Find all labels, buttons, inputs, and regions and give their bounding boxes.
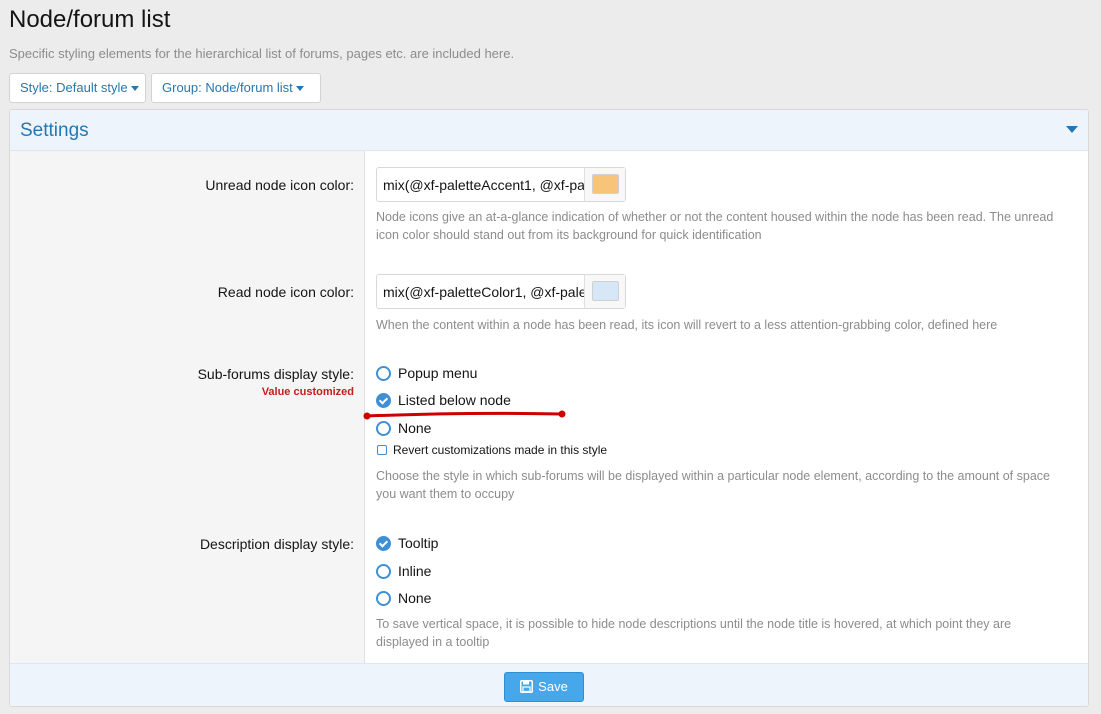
radio-label: Listed below node <box>398 392 511 408</box>
radio-unchecked-icon <box>376 366 391 381</box>
style-filter-button[interactable]: Style: Default style <box>9 73 146 103</box>
read-color-picker[interactable] <box>584 275 625 308</box>
radio-checked-icon <box>376 536 391 551</box>
revert-customizations-checkbox[interactable]: Revert customizations made in this style <box>376 443 616 459</box>
subforums-option-listed[interactable]: Listed below node <box>376 391 536 411</box>
radio-checked-icon <box>376 393 391 408</box>
subforums-option-none[interactable]: None <box>376 419 446 439</box>
read-icon-color-label: Read node icon color: <box>217 284 354 300</box>
description-option-tooltip[interactable]: Tooltip <box>376 534 466 554</box>
unread-icon-color-field <box>376 167 626 202</box>
subforums-explain: Choose the style in which sub-forums wil… <box>376 469 1050 501</box>
radio-label: Tooltip <box>398 535 439 551</box>
description-option-inline[interactable]: Inline <box>376 562 456 582</box>
settings-block: Settings Unread node icon color: Read no… <box>9 109 1089 707</box>
radio-label: Inline <box>398 563 432 579</box>
settings-header[interactable]: Settings <box>10 110 1088 151</box>
radio-unchecked-icon <box>376 564 391 579</box>
unread-icon-color-input[interactable] <box>377 168 585 201</box>
settings-title: Settings <box>20 120 89 141</box>
save-icon <box>520 679 534 693</box>
unread-icon-color-label: Unread node icon color: <box>205 177 354 193</box>
radio-label: None <box>398 590 432 606</box>
checkbox-icon <box>377 445 387 455</box>
radio-label: Popup menu <box>398 365 478 381</box>
description-explain: To save vertical space, it is possible t… <box>376 617 1012 649</box>
read-icon-color-field <box>376 274 626 309</box>
description-option-none[interactable]: None <box>376 589 446 609</box>
radio-unchecked-icon <box>376 591 391 606</box>
unread-color-picker[interactable] <box>584 168 625 201</box>
radio-label: None <box>398 420 432 436</box>
group-filter-button[interactable]: Group: Node/forum list <box>151 73 321 103</box>
radio-unchecked-icon <box>376 421 391 436</box>
subforums-style-label: Sub-forums display style: <box>197 366 354 382</box>
style-filter-label: Style: Default style <box>20 80 128 95</box>
group-filter-label: Group: Node/forum list <box>162 80 293 95</box>
read-icon-explain: When the content within a node has been … <box>376 318 998 332</box>
checkbox-label: Revert customizations made in this style <box>393 443 608 457</box>
unread-icon-explain: Node icons give an at-a-glance indicatio… <box>376 210 1054 242</box>
caret-down-icon <box>130 86 139 92</box>
form-footer: Save <box>10 663 1088 706</box>
save-label: Save <box>538 679 568 694</box>
page-title: Node/forum list <box>9 6 171 33</box>
subforums-option-popup[interactable]: Popup menu <box>376 364 496 384</box>
page-description: Specific styling elements for the hierar… <box>9 46 515 61</box>
save-button[interactable]: Save <box>504 672 584 702</box>
collapse-toggle-icon[interactable] <box>1066 126 1078 133</box>
caret-down-icon <box>295 86 304 92</box>
read-icon-color-input[interactable] <box>377 275 585 308</box>
unread-color-swatch <box>592 174 619 194</box>
description-style-label: Description display style: <box>199 536 354 552</box>
value-customized-badge: Value customized <box>261 386 354 398</box>
red-underline-annotation <box>363 410 566 420</box>
read-color-swatch <box>592 281 619 301</box>
label-column: Unread node icon color: Read node icon c… <box>10 151 365 663</box>
